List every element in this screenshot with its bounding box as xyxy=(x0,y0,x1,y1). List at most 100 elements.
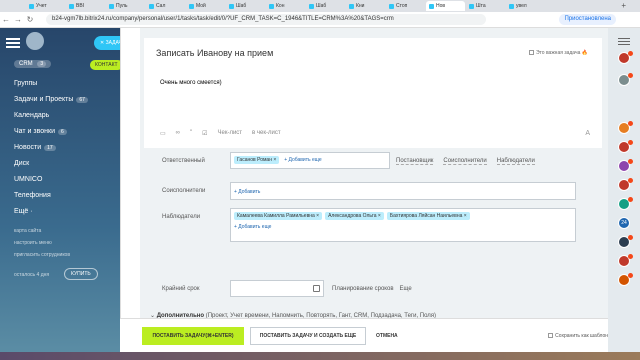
browser-tab[interactable]: Кон xyxy=(266,1,305,11)
paused-badge[interactable]: Приостановлена xyxy=(559,14,616,25)
buy-button[interactable]: КУПИТЬ xyxy=(64,268,98,280)
browser-tab[interactable]: Учет xyxy=(26,1,65,11)
tab-favicon-icon xyxy=(469,3,474,9)
submit-and-new-button[interactable]: ПОСТАВИТЬ ЗАДАЧУ И СОЗДАТЬ ЕЩЕ xyxy=(250,327,366,345)
deadline-label: Крайний срок xyxy=(162,286,200,292)
forward-icon[interactable]: → xyxy=(12,15,24,24)
sidebar-item-label: Чат и звонки xyxy=(14,128,55,135)
browser-tab[interactable]: Шта xyxy=(466,1,505,11)
sidebar-item-label: Задачи и Проекты xyxy=(14,96,74,103)
sidebar-small-link[interactable]: карта сайта xyxy=(14,228,41,234)
menu-icon[interactable] xyxy=(6,38,20,40)
video-icon[interactable]: ▭ xyxy=(160,130,166,137)
sidebar-item-label: Диск xyxy=(14,160,30,167)
tab-label: Пуль xyxy=(116,3,128,9)
checklist-add-link[interactable]: в чек-лист xyxy=(252,130,281,137)
role-link[interactable]: Наблюдатели xyxy=(496,158,535,165)
task-description[interactable]: Очень много смеется) xyxy=(160,80,222,86)
important-checkbox[interactable]: Это важная задача 🔥 xyxy=(528,50,588,56)
observer-name: Бахтиярова Ляйсан Наильевна xyxy=(389,213,463,219)
role-link[interactable]: Соисполнители xyxy=(443,158,487,165)
right-activity-bar: 24 xyxy=(608,28,640,360)
task-card: Записать Иванову на прием Это важная зад… xyxy=(144,38,602,148)
planning-link[interactable]: Планирование сроков xyxy=(332,286,394,292)
task-title[interactable]: Записать Иванову на прием xyxy=(156,48,273,58)
sidebar-item-label: Новости xyxy=(14,144,42,151)
tab-favicon-icon xyxy=(349,3,354,9)
deadline-input[interactable] xyxy=(230,280,324,297)
observer-name: Камалеева Камилла Рамильевна xyxy=(237,213,315,219)
checklist-icon[interactable]: ☑ xyxy=(202,130,207,137)
sidebar-small-link[interactable]: пригласить сотрудников xyxy=(14,252,70,258)
checkbox-icon xyxy=(548,333,554,339)
browser-tab[interactable]: Кни xyxy=(346,1,385,11)
browser-tab-strip: Учет BBI Пуль Сал Мой Шаб Кон Шаб Кни Стоп Нов Шта у… xyxy=(0,0,640,12)
calendar-icon[interactable] xyxy=(313,285,320,292)
observer-chip[interactable]: Александрова Ольга × xyxy=(325,212,384,220)
sidebar-item[interactable]: Ещё · xyxy=(14,208,33,215)
reload-icon[interactable]: ↻ xyxy=(24,15,36,24)
sidebar: CRM 3 Группы Задачи и Проекты 67 Календарь Ч… xyxy=(0,28,120,360)
sidebar-item[interactable]: Календарь xyxy=(14,112,49,119)
observers-field[interactable]: Камалеева Камилла Рамильевна × Александро… xyxy=(230,208,576,242)
browser-tab[interactable]: Сал xyxy=(146,1,185,11)
quote-icon[interactable]: " xyxy=(190,130,192,137)
link-icon[interactable]: ∞ xyxy=(176,130,180,137)
text-format-icon[interactable]: A xyxy=(585,130,590,137)
observer-chip[interactable]: Бахтиярова Ляйсан Наильевна × xyxy=(386,212,470,220)
browser-tab[interactable]: Стоп xyxy=(386,1,425,11)
responsible-add-link[interactable]: + Добавить еще xyxy=(284,157,321,163)
tab-favicon-icon xyxy=(109,3,114,9)
new-tab-button[interactable]: + xyxy=(621,1,626,10)
responsible-field[interactable]: Гасанов Роман × + Добавить еще xyxy=(230,152,390,169)
save-template-checkbox[interactable]: Сохранить как шаблон xyxy=(548,333,608,339)
tab-label: Сал xyxy=(156,3,166,9)
sidebar-item[interactable]: Задачи и Проекты 67 xyxy=(14,96,88,103)
tab-label: BBI xyxy=(76,3,85,9)
submit-task-button[interactable]: ПОСТАВИТЬ ЗАДАЧУ(⌘+ENTER) xyxy=(142,327,244,345)
browser-tab[interactable]: Нов xyxy=(426,1,465,11)
counter-badge[interactable]: 24 xyxy=(618,217,630,229)
crm-pill[interactable]: CRM 3 xyxy=(14,60,52,68)
sidebar-item-label: UMNICO xyxy=(14,176,43,183)
tab-label: Кни xyxy=(356,3,365,9)
planning-more-link[interactable]: Еще xyxy=(400,286,412,292)
crm-label: CRM xyxy=(19,61,33,67)
contact-button[interactable]: КОНТАКТ xyxy=(90,60,123,70)
sidebar-item[interactable]: Диск xyxy=(14,160,29,167)
role-link[interactable]: Постановщик xyxy=(396,158,434,165)
notification-dot xyxy=(628,273,633,278)
observer-chip[interactable]: Камалеева Камилла Рамильевна × xyxy=(234,212,323,220)
sidebar-item[interactable]: Новости 17 xyxy=(14,144,56,151)
tab-label: Стоп xyxy=(396,3,408,9)
coexec-add-link[interactable]: + Добавить xyxy=(234,189,260,195)
browser-tab[interactable]: Шаб xyxy=(306,1,345,11)
menu-icon[interactable] xyxy=(618,36,630,46)
observers-label: Наблюдатели xyxy=(162,214,201,220)
tab-favicon-icon xyxy=(149,3,154,9)
back-icon[interactable]: ← xyxy=(0,15,12,24)
browser-tab[interactable]: Мой xyxy=(186,1,225,11)
sidebar-item[interactable]: Телефония xyxy=(14,192,51,199)
avatar[interactable] xyxy=(26,32,44,50)
tab-label: Учет xyxy=(36,3,47,9)
address-bar-row: ← → ↻ b24-vgm7lb.bitrix24.ru/company/per… xyxy=(0,12,640,28)
sidebar-item[interactable]: Чат и звонки 6 xyxy=(14,128,67,135)
sidebar-item[interactable]: UMNICO xyxy=(14,176,42,183)
notification-dot xyxy=(628,51,633,56)
browser-tab[interactable]: Шаб xyxy=(226,1,265,11)
notification-dot xyxy=(628,254,633,259)
coexec-field[interactable]: + Добавить xyxy=(230,182,576,200)
responsible-chip[interactable]: Гасанов Роман × xyxy=(234,156,280,164)
task-edit-panel: Записать Иванову на прием Это важная зад… xyxy=(140,28,608,360)
sidebar-small-link[interactable]: настроить меню xyxy=(14,240,52,246)
cancel-button[interactable]: ОТМЕНА xyxy=(376,327,398,345)
observers-add-link[interactable]: + Добавить еще xyxy=(234,224,572,230)
browser-tab[interactable]: Пуль xyxy=(106,1,145,11)
sidebar-item[interactable]: Группы xyxy=(14,80,37,87)
browser-tab[interactable]: BBI xyxy=(66,1,105,11)
url-field[interactable]: b24-vgm7lb.bitrix24.ru/company/personal/… xyxy=(46,14,486,25)
browser-tab[interactable]: увел xyxy=(506,1,545,11)
task-footer: ПОСТАВИТЬ ЗАДАЧУ(⌘+ENTER) ПОСТАВИТЬ ЗАДА… xyxy=(120,318,618,352)
checklist-link[interactable]: Чек-лист xyxy=(217,130,242,137)
